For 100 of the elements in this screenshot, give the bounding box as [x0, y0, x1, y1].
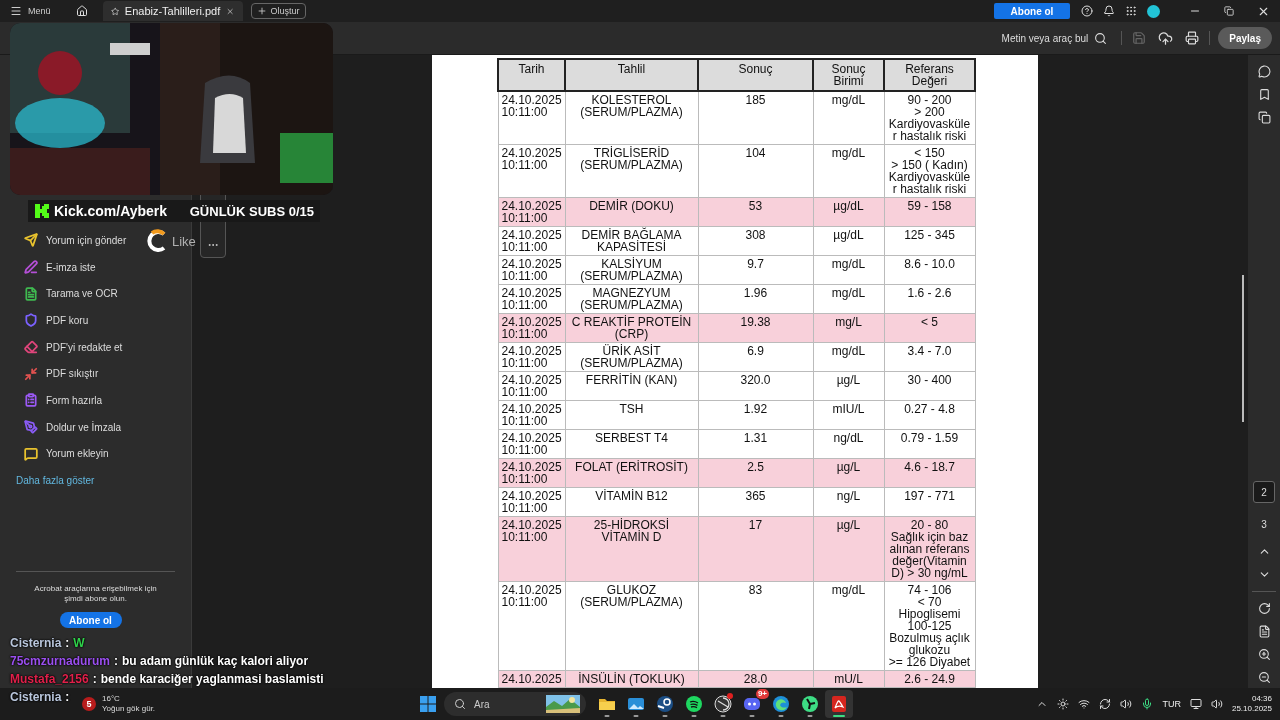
table-cell: 20 - 80 Sağlık için baz alınan referans değer(Vitamin D) > 30 ng/mL	[884, 516, 975, 582]
table-cell: µg/dL	[813, 226, 884, 256]
search-field[interactable]: Ara	[444, 692, 586, 716]
table-cell: 8.6 - 10.0	[884, 255, 975, 285]
table-cell: FERRİTİN (KAN)	[565, 371, 698, 401]
table-cell: 197 - 771	[884, 487, 975, 517]
table-cell: FOLAT (ERİTROSİT)	[565, 458, 698, 488]
table-cell: µg/dL	[813, 197, 884, 227]
table-cell: 24.10.2025 10:11:00	[498, 516, 565, 582]
tool-item[interactable]: Form hazırla	[0, 387, 103, 414]
show-more-link[interactable]: Daha fazla göster	[16, 475, 191, 487]
table-cell: mg/dL	[813, 91, 884, 145]
chat-message: W	[73, 636, 85, 650]
search-icon	[1094, 31, 1108, 45]
chat-username: 75cmzurnadurum	[10, 654, 111, 668]
menu-icon	[10, 5, 22, 17]
volume-icon[interactable]	[1120, 698, 1133, 710]
table-cell: mg/dL	[813, 581, 884, 671]
tray-icon[interactable]	[1057, 698, 1070, 710]
tool-item[interactable]: Yorum ekleyin	[0, 440, 109, 468]
notification-badge: 9+	[755, 689, 769, 699]
table-cell: < 5	[884, 313, 975, 343]
table-cell: 104	[698, 144, 813, 198]
tool-item[interactable]: E-imza iste	[0, 253, 96, 281]
subscribe-button[interactable]: Abone ol	[994, 3, 1070, 19]
music-icon	[685, 695, 703, 713]
promo-text: Acrobat araçlarına erişebilmek için şimdi abone olun.	[33, 584, 158, 604]
clock-time: 04:36	[1251, 694, 1272, 704]
plus-icon	[256, 6, 267, 16]
microphone-icon[interactable]	[1141, 698, 1154, 710]
table-cell: TRİGLİSERİD (SERUM/PLAZMA)	[565, 144, 698, 198]
tool-item[interactable]: PDF'yi redakte et	[0, 333, 123, 361]
zoom-in-icon[interactable]	[1257, 648, 1271, 661]
table-cell: 24.10.2025 10:11:00	[498, 400, 565, 430]
menu-button[interactable]: Menü	[10, 5, 51, 17]
find-button[interactable]: Metin veya araç bul	[995, 30, 1114, 46]
table-cell: 185	[698, 91, 813, 145]
volume-icon[interactable]	[1210, 698, 1223, 710]
weather-badge: 5	[82, 697, 96, 711]
network-icon[interactable]	[1189, 698, 1202, 710]
tool-item[interactable]: Tarama ve OCR	[0, 280, 118, 308]
taskbar-button[interactable]: 9+	[738, 690, 766, 718]
bell-icon	[1103, 5, 1115, 17]
chat-separator: :	[92, 672, 97, 686]
tool-item[interactable]: Yorum için gönder	[0, 227, 127, 254]
chat-username: Cisternia	[10, 690, 62, 704]
chat-separator: :	[65, 636, 70, 650]
tool-item[interactable]: PDF koru	[0, 307, 89, 334]
table-cell: µg/L	[813, 371, 884, 401]
table-cell: 6.9	[698, 342, 813, 372]
sync-icon[interactable]	[1099, 698, 1112, 710]
table-cell: 24.10.2025 10:11:00	[498, 226, 565, 256]
tool-item[interactable]: PDF sıkıştır	[0, 360, 99, 388]
table-cell: mg/L	[813, 313, 884, 343]
pages-icon[interactable]	[1257, 111, 1271, 124]
table-cell: 0.79 - 1.59	[884, 429, 975, 459]
bookmark-icon[interactable]	[1257, 88, 1271, 101]
grid-icon	[1125, 5, 1137, 17]
tool-item[interactable]: Doldur ve İmzala	[0, 413, 122, 441]
rotate-icon[interactable]	[1257, 602, 1271, 615]
avatar[interactable]	[1147, 4, 1160, 18]
table-cell: 74 - 106 < 70 Hipoglisemi 100-125 Bozulmuş açlık glukozu >= 126 Diyabet	[884, 581, 975, 671]
table-cell: mg/dL	[813, 255, 884, 285]
zoom-out-icon[interactable]	[1257, 671, 1271, 684]
create-button[interactable]: Oluştur	[250, 3, 306, 19]
table-cell: 24.10.2025 10:11:00	[498, 91, 565, 145]
table-cell: MAGNEZYUM (SERUM/PLAZMA)	[565, 284, 698, 314]
document-tab[interactable]: Enabiz-Tahlilleri.pdf	[102, 1, 243, 21]
table-cell: 1.92	[698, 400, 813, 430]
save-icon	[1132, 31, 1147, 45]
tray-icon[interactable]	[1078, 698, 1091, 710]
table-cell: ng/L	[813, 487, 884, 517]
share-button[interactable]: Paylaş	[1218, 27, 1272, 49]
tab-title: Enabiz-Tahlilleri.pdf	[124, 5, 221, 17]
chat-icon[interactable]	[1257, 65, 1271, 78]
taskbar-button[interactable]	[825, 690, 853, 718]
start-icon[interactable]	[420, 696, 436, 712]
table-cell: 24.10.2025 10:11:00	[498, 255, 565, 285]
scrollbar-thumb[interactable]	[1242, 275, 1244, 422]
language-indicator[interactable]: TUR	[1162, 699, 1181, 709]
table-cell: 1.31	[698, 429, 813, 459]
aperture-icon	[714, 695, 732, 713]
subscribe-button[interactable]: Abone ol	[59, 612, 122, 628]
column-header: Sonuç	[698, 59, 813, 91]
page-fit-icon[interactable]	[1257, 625, 1271, 638]
image-icon	[627, 695, 645, 713]
page-number[interactable]: 2	[1253, 481, 1275, 503]
table-cell: mg/dL	[813, 144, 884, 198]
table-cell: mg/dL	[813, 342, 884, 372]
table-cell: 320.0	[698, 371, 813, 401]
table-cell: GLUKOZ (SERUM/PLAZMA)	[565, 581, 698, 671]
star-icon	[110, 5, 119, 17]
table-cell: 24.10.2025 10:11:00	[498, 371, 565, 401]
page-number[interactable]: 3	[1253, 513, 1275, 535]
table-cell: 24.10.2025 10:11:00	[498, 313, 565, 343]
table-cell: µg/L	[813, 458, 884, 488]
fan-icon	[801, 695, 819, 713]
table-cell: 1.6 - 2.6	[884, 284, 975, 314]
table-cell: < 150 > 150 ( Kadın) Kardiyovasküle r hastalık riski	[884, 144, 975, 198]
table-cell: 24.10.2025 10:11:00	[498, 284, 565, 314]
